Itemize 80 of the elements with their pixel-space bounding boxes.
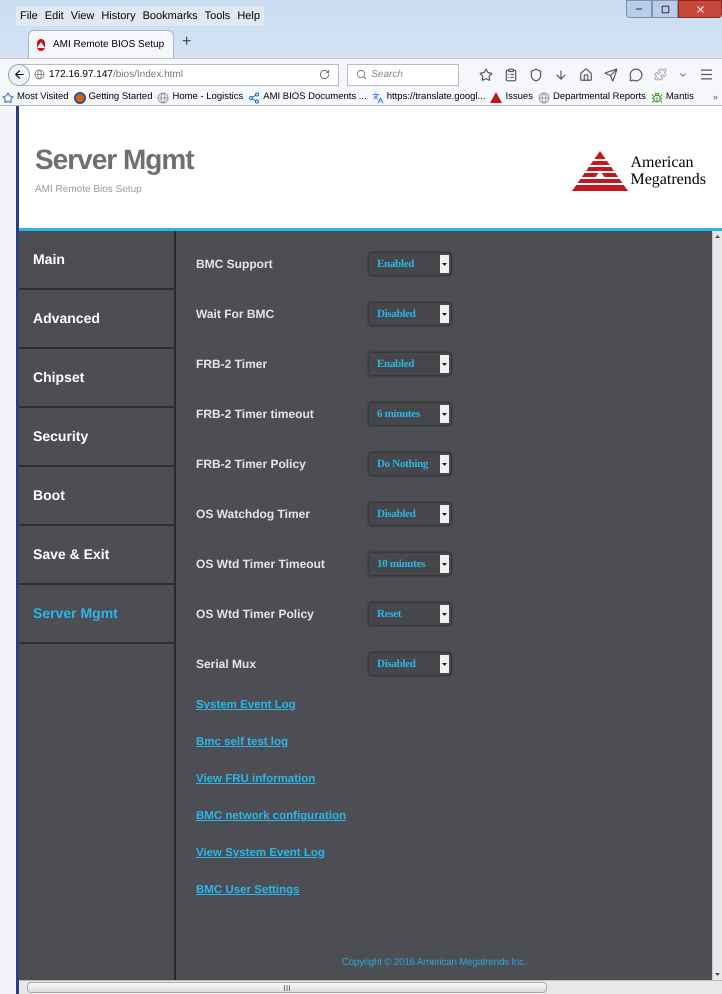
setting-dropdown[interactable]: Enabled xyxy=(368,352,452,376)
vertical-scrollbar[interactable] xyxy=(712,231,722,980)
sidebar-item[interactable]: Server Mgmt xyxy=(19,585,174,644)
translate-icon xyxy=(372,92,384,104)
logo-text: American xyxy=(630,154,695,171)
grip-icon xyxy=(284,984,290,990)
app-icon xyxy=(37,38,45,50)
page-subtitle: AMI Remote Bios Setup xyxy=(35,182,143,196)
menu-item[interactable]: Tools xyxy=(204,8,230,24)
home-icon[interactable] xyxy=(579,68,593,82)
search-icon xyxy=(356,69,368,80)
setting-label: Wait For BMC xyxy=(196,306,276,323)
horizontal-scrollbar[interactable] xyxy=(19,980,722,994)
bookmark-link[interactable]: Most Visited xyxy=(17,90,69,105)
address-field[interactable]: 172.16.97.147/bios/Index.html xyxy=(8,64,340,86)
bookmark-link[interactable]: AMI BIOS Documents ... xyxy=(263,90,367,105)
sidebar-item[interactable]: Save & Exit xyxy=(19,526,174,585)
bookmark-link[interactable]: Departmental Reports xyxy=(552,90,646,105)
close-button[interactable] xyxy=(678,0,722,18)
setting-label: OS Wtd Timer Timeout xyxy=(196,556,326,573)
new-tab-button[interactable]: + xyxy=(182,30,192,58)
overflow-button[interactable]: » xyxy=(712,90,718,104)
close-icon xyxy=(694,4,706,14)
setting-label: OS Watchdog Timer xyxy=(196,506,312,523)
maximize-button[interactable] xyxy=(652,0,678,18)
setting-dropdown[interactable]: Disabled xyxy=(368,652,452,676)
download-icon[interactable] xyxy=(554,68,568,82)
setting-dropdown[interactable]: Disabled xyxy=(368,302,452,326)
bookmark-link[interactable]: Home - Logistics xyxy=(172,90,244,105)
setting-label: FRB-2 Timer xyxy=(196,356,268,373)
send-icon[interactable] xyxy=(604,68,618,82)
copyright-text: Copyright © 2016 American Megatrends Inc. xyxy=(342,956,526,970)
page-title: Server Mgmt xyxy=(35,146,194,174)
menu-item[interactable]: Bookmarks xyxy=(142,8,198,24)
bug-icon xyxy=(650,92,663,104)
menu-item[interactable]: Help xyxy=(237,8,260,24)
menu-item[interactable]: History xyxy=(101,8,136,24)
menu-icon[interactable] xyxy=(699,67,714,82)
setting-label: FRB-2 Timer timeout xyxy=(196,406,315,423)
bookmark-link[interactable]: Issues xyxy=(505,90,533,105)
url-text: 172.16.97.147/bios/Index.html xyxy=(49,68,184,82)
star-icon xyxy=(2,92,14,104)
setting-dropdown[interactable]: Enabled xyxy=(368,252,452,276)
sidebar-item[interactable]: Advanced xyxy=(19,290,174,349)
chat-icon[interactable] xyxy=(629,68,643,82)
logo-icon xyxy=(572,151,628,191)
sidebar-item[interactable]: Main xyxy=(19,231,174,290)
setting-dropdown[interactable]: Reset xyxy=(368,602,452,626)
menu-item[interactable]: View xyxy=(70,8,94,24)
back-button[interactable] xyxy=(8,64,30,86)
browser-tab[interactable]: AMI Remote BIOS Setup xyxy=(28,30,174,58)
reload-icon[interactable] xyxy=(319,69,330,80)
shield-icon[interactable] xyxy=(529,68,543,82)
setting-label: BMC Support xyxy=(196,256,274,273)
reading-list-icon[interactable] xyxy=(504,68,518,82)
sidebar-item[interactable]: Boot xyxy=(19,467,174,526)
bookmark-link[interactable]: Getting Started xyxy=(88,90,152,105)
setting-dropdown[interactable]: Disabled xyxy=(368,502,452,526)
scroll-down-icon[interactable] xyxy=(715,973,720,976)
back-arrow-icon xyxy=(12,68,26,81)
sidebar-item[interactable]: Chipset xyxy=(19,349,174,408)
search-field[interactable]: Search xyxy=(347,64,459,86)
menu-item[interactable]: File xyxy=(20,8,38,24)
logo-text: Megatrends xyxy=(630,171,706,188)
bookmark-star-icon[interactable] xyxy=(479,68,493,82)
triangle-icon xyxy=(490,92,502,103)
sidebar-item[interactable]: Security xyxy=(19,408,174,467)
setting-dropdown[interactable]: Do Nothing xyxy=(368,452,452,476)
setting-label: OS Wtd Timer Policy xyxy=(196,606,315,623)
bookmark-link[interactable]: https://translate.googl... xyxy=(386,90,486,105)
bookmark-link[interactable]: Mantis xyxy=(666,90,694,105)
setting-label: FRB-2 Timer Policy xyxy=(196,456,307,473)
setting-label: Serial Mux xyxy=(196,656,258,673)
setting-dropdown[interactable]: 6 minutes xyxy=(368,402,452,426)
share-icon xyxy=(248,92,260,104)
setting-dropdown[interactable]: 10 minutes xyxy=(368,552,452,576)
scroll-up-icon[interactable] xyxy=(715,235,720,238)
tab-title: AMI Remote BIOS Setup xyxy=(53,38,164,52)
maximize-icon xyxy=(660,4,670,14)
menu-item[interactable]: Edit xyxy=(44,8,64,24)
